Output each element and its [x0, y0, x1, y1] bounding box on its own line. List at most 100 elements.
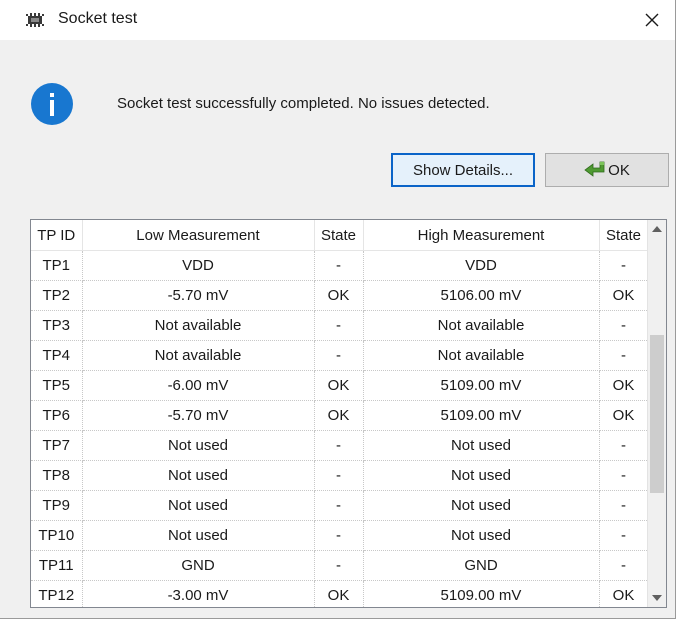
tp-id-cell: TP7 [31, 430, 83, 461]
tp-id-cell: TP2 [31, 280, 83, 311]
low-measurement-cell: GND [82, 550, 315, 581]
table-row[interactable]: TP1 VDD - VDD - [31, 250, 649, 281]
high-state-cell: OK [599, 400, 649, 431]
ok-button[interactable]: OK [545, 153, 669, 187]
low-state-cell: OK [314, 400, 364, 431]
high-state-cell: - [599, 340, 649, 371]
show-details-button[interactable]: Show Details... [391, 153, 535, 187]
scroll-down-icon [652, 595, 662, 601]
high-state-cell: OK [599, 370, 649, 401]
low-state-cell: OK [314, 280, 364, 311]
low-state-cell: - [314, 430, 364, 461]
table-body: TP1 VDD - VDD - TP2 -5.70 mV OK 5106.00 mV OK TP3 N… [31, 250, 649, 607]
high-state-cell: - [599, 520, 649, 551]
high-measurement-cell: Not available [363, 340, 600, 371]
low-state-cell: OK [314, 580, 364, 607]
tp-id-cell: TP4 [31, 340, 83, 371]
low-state-cell: - [314, 250, 364, 281]
test-results-table[interactable]: TP ID Low Measurement State High Measure… [30, 219, 667, 608]
close-icon [645, 13, 659, 27]
low-measurement-cell: Not used [82, 460, 315, 491]
scroll-up-icon [652, 226, 662, 232]
table-row[interactable]: TP7 Not used - Not used - [31, 430, 649, 461]
low-state-cell: - [314, 460, 364, 491]
high-measurement-cell: 5109.00 mV [363, 580, 600, 607]
high-measurement-cell: VDD [363, 250, 600, 281]
socket-test-dialog: Socket test Socket test successfully com… [0, 0, 676, 619]
tp-id-cell: TP3 [31, 310, 83, 341]
low-measurement-cell: Not used [82, 430, 315, 461]
high-state-cell: - [599, 310, 649, 341]
column-header-tp-id[interactable]: TP ID [31, 220, 83, 251]
low-measurement-cell: Not available [82, 340, 315, 371]
tp-id-cell: TP9 [31, 490, 83, 521]
column-header-low-state[interactable]: State [314, 220, 364, 251]
low-measurement-cell: Not available [82, 310, 315, 341]
high-state-cell: - [599, 460, 649, 491]
close-button[interactable] [629, 0, 675, 40]
column-header-high-measurement[interactable]: High Measurement [363, 220, 600, 251]
high-measurement-cell: GND [363, 550, 600, 581]
table-row[interactable]: TP4 Not available - Not available - [31, 340, 649, 371]
tp-id-cell: TP12 [31, 580, 83, 607]
show-details-label: Show Details... [412, 161, 514, 179]
high-measurement-cell: Not used [363, 520, 600, 551]
column-header-high-state[interactable]: State [599, 220, 649, 251]
high-measurement-cell: 5109.00 mV [363, 400, 600, 431]
table-row[interactable]: TP8 Not used - Not used - [31, 460, 649, 491]
high-measurement-cell: Not available [363, 310, 600, 341]
low-state-cell: - [314, 550, 364, 581]
low-measurement-cell: -3.00 mV [82, 580, 315, 607]
high-measurement-cell: Not used [363, 490, 600, 521]
tp-id-cell: TP11 [31, 550, 83, 581]
high-state-cell: OK [599, 280, 649, 311]
high-state-cell: - [599, 490, 649, 521]
high-measurement-cell: Not used [363, 460, 600, 491]
low-measurement-cell: VDD [82, 250, 315, 281]
high-measurement-cell: 5109.00 mV [363, 370, 600, 401]
status-message: Socket test successfully completed. No i… [117, 95, 490, 112]
table-row[interactable]: TP10 Not used - Not used - [31, 520, 649, 551]
scrollbar-thumb[interactable] [650, 335, 664, 493]
high-measurement-cell: Not used [363, 430, 600, 461]
low-measurement-cell: Not used [82, 490, 315, 521]
low-measurement-cell: -5.70 mV [82, 280, 315, 311]
window-title: Socket test [58, 10, 138, 27]
tp-id-cell: TP6 [31, 400, 83, 431]
tp-id-cell: TP5 [31, 370, 83, 401]
table-row[interactable]: TP6 -5.70 mV OK 5109.00 mV OK [31, 400, 649, 431]
scroll-up-button[interactable] [648, 220, 666, 238]
scroll-down-button[interactable] [648, 589, 666, 607]
low-measurement-cell: -5.70 mV [82, 400, 315, 431]
low-state-cell: - [314, 490, 364, 521]
low-measurement-cell: -6.00 mV [82, 370, 315, 401]
table-row[interactable]: TP12 -3.00 mV OK 5109.00 mV OK [31, 580, 649, 607]
high-state-cell: - [599, 430, 649, 461]
table-row[interactable]: TP2 -5.70 mV OK 5106.00 mV OK [31, 280, 649, 311]
low-measurement-cell: Not used [82, 520, 315, 551]
high-state-cell: OK [599, 580, 649, 607]
high-state-cell: - [599, 550, 649, 581]
title-bar[interactable]: Socket test [0, 0, 675, 40]
low-state-cell: - [314, 310, 364, 341]
chip-icon [26, 13, 44, 27]
low-state-cell: - [314, 520, 364, 551]
table-row[interactable]: TP9 Not used - Not used - [31, 490, 649, 521]
high-state-cell: - [599, 250, 649, 281]
low-state-cell: - [314, 340, 364, 371]
ok-label: OK [608, 161, 630, 179]
tp-id-cell: TP1 [31, 250, 83, 281]
high-measurement-cell: 5106.00 mV [363, 280, 600, 311]
low-state-cell: OK [314, 370, 364, 401]
tp-id-cell: TP10 [31, 520, 83, 551]
table-row[interactable]: TP11 GND - GND - [31, 550, 649, 581]
results-grid: TP ID Low Measurement State High Measure… [31, 220, 649, 607]
vertical-scrollbar[interactable] [647, 220, 666, 607]
table-row[interactable]: TP5 -6.00 mV OK 5109.00 mV OK [31, 370, 649, 401]
tp-id-cell: TP8 [31, 460, 83, 491]
table-row[interactable]: TP3 Not available - Not available - [31, 310, 649, 341]
info-icon [31, 83, 73, 125]
green-arrow-icon [584, 161, 605, 177]
column-header-low-measurement[interactable]: Low Measurement [82, 220, 315, 251]
table-header-row: TP ID Low Measurement State High Measure… [31, 220, 649, 251]
